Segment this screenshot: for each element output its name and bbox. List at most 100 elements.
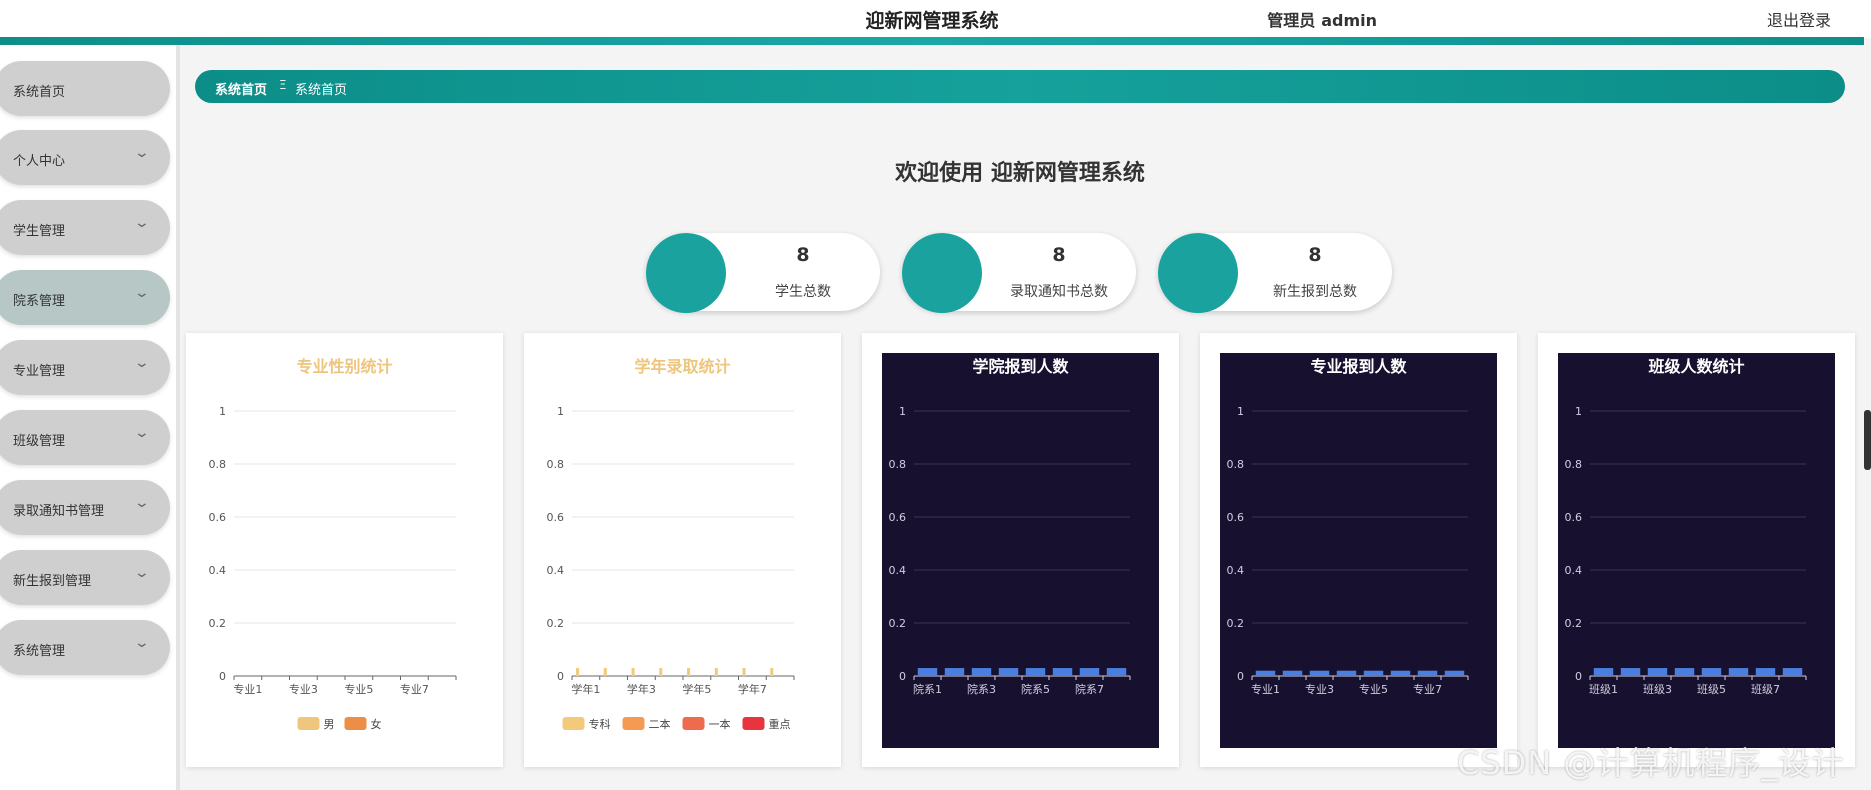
chart-class-count: 班级人数统计 0 0.2 0.4 0.6 0.8 1 班级1 班级3 班级5 班级7 [1558,353,1835,748]
chart-card-major-gender: 专业性别统计 0 0.2 0.4 0.6 0.8 1 专业1 专业3 专业5 专业7 男 女 [186,333,503,767]
sidebar-item-classes[interactable]: 班级管理 ⌄ [0,410,170,465]
legend-swatch [682,717,705,730]
bar [1106,668,1127,676]
breadcrumb: 系统首页 Ξ 系统首页 [195,70,1845,103]
x-tick-label: 班级3 [1643,683,1672,696]
sidebar-item-label: 班级管理 [13,434,66,449]
user-name: admin [1321,11,1377,30]
x-tick-label: 学年5 [682,682,711,696]
bar [1079,668,1100,676]
bar [1647,668,1668,676]
welcome-title: 欢迎使用 迎新网管理系统 [895,161,1145,186]
y-tick-label: 0.2 [1227,617,1245,630]
bar [770,668,774,676]
chart-year-admission: 学年录取统计 0 0.2 0.4 0.6 0.8 1 学年1 学年3 学年5 学年7 专科 二本 一本 重点 [547,357,795,731]
bar [659,668,663,676]
y-tick-label: 0.8 [209,458,227,471]
sidebar-item-label: 系统首页 [13,85,66,100]
chart-card-college-registration: 学院报到人数 0 0.2 0.4 0.6 0.8 1 院系1 院系3 院系5 院系7 [862,333,1179,767]
bar [1417,670,1438,676]
bar [971,668,992,676]
bar [998,668,1019,676]
y-tick-label: 0.2 [1565,617,1583,630]
y-tick-label: 1 [1237,405,1244,418]
y-tick-label: 0.6 [1227,511,1245,524]
y-tick-label: 0.8 [547,458,565,471]
stat-value: 8 [796,244,810,266]
y-tick-label: 0 [1237,670,1244,683]
current-user: 管理员 admin [1267,7,1377,31]
chevron-down-icon: ⌄ [133,145,151,161]
page-scrollbar[interactable] [1864,410,1871,470]
bar [1782,668,1803,676]
legend-swatch [562,717,585,730]
sidebar-item-profile[interactable]: 个人中心 ⌄ [0,130,170,185]
sidebar-item-majors[interactable]: 专业管理 ⌄ [0,340,170,395]
y-tick-label: 1 [899,405,906,418]
chevron-down-icon: ⌄ [133,215,151,231]
bar [944,668,965,676]
sidebar-item-label: 个人中心 [13,154,66,169]
chart-title: 专业性别统计 [296,357,392,376]
y-tick-label: 0.2 [547,617,565,630]
breadcrumb-home[interactable]: 系统首页 [215,79,267,98]
y-tick-label: 1 [219,405,226,418]
y-tick-label: 0.4 [1565,564,1583,577]
legend-swatch [297,717,320,730]
y-tick-label: 0 [557,670,564,683]
sidebar-item-admission-notices[interactable]: 录取通知书管理 ⌄ [0,480,170,535]
bar [603,668,607,676]
chart-card-class-count: 班级人数统计 0 0.2 0.4 0.6 0.8 1 班级1 班级3 班级5 班级7 [1538,333,1855,767]
bar [1282,670,1303,676]
stat-value: 8 [1052,244,1066,266]
bar [1390,670,1411,676]
x-tick-label: 院系5 [1021,682,1050,696]
sidebar-item-label: 录取通知书管理 [13,504,105,519]
legend-label: 一本 [709,717,731,731]
logout-link[interactable]: 退出登录 [1767,7,1831,31]
chart-title: 班级人数统计 [1648,357,1744,376]
chart-title: 学院报到人数 [972,357,1069,376]
bar [576,668,580,676]
x-tick-label: 专业7 [400,682,429,696]
x-tick-label: 学年1 [571,682,600,696]
sidebar-item-label: 专业管理 [13,364,66,379]
bar [1052,668,1073,676]
y-tick-label: 0.6 [209,511,227,524]
x-tick-label: 专业5 [344,682,373,696]
x-tick-label: 班级7 [1751,683,1780,696]
stat-circle-icon [902,233,982,313]
y-tick-label: 0.4 [889,564,907,577]
sidebar-item-registration[interactable]: 新生报到管理 ⌄ [0,550,170,605]
x-tick-label: 班级5 [1697,683,1726,696]
chart-title: 学年录取统计 [634,357,730,376]
y-tick-label: 0.4 [547,564,565,577]
sidebar-item-departments[interactable]: 院系管理 ⌄ [0,270,170,325]
bar [1444,670,1465,676]
chart-card-year-admission: 学年录取统计 0 0.2 0.4 0.6 0.8 1 学年1 学年3 学年5 学年7 专科 二本 一本 重点 [524,333,841,767]
y-tick-label: 1 [1575,405,1582,418]
y-tick-label: 0 [1575,670,1582,683]
stat-circle-icon [646,233,726,313]
sidebar: 系统首页 个人中心 ⌄ 学生管理 ⌄ 院系管理 ⌄ 专业管理 ⌄ 班级管理 ⌄ 录取通知书管理 ⌄ 新生报… [0,45,180,790]
top-header: 迎新网管理系统 管理员 admin 退出登录 [0,0,1871,45]
bar [1755,668,1776,676]
watermark: CSDN @计算机程序_设计 [1457,744,1845,782]
sidebar-item-label: 新生报到管理 [13,574,92,589]
chart-major-gender: 专业性别统计 0 0.2 0.4 0.6 0.8 1 专业1 专业3 专业5 专业7 男 女 [209,357,457,731]
sidebar-item-system[interactable]: 系统管理 ⌄ [0,620,170,675]
stat-label: 学生总数 [775,284,831,300]
bar [1674,668,1695,676]
stat-label: 录取通知书总数 [1010,284,1108,300]
chevron-down-icon: ⌄ [133,635,151,651]
y-tick-label: 0.4 [1227,564,1245,577]
stat-circle-icon [1158,233,1238,313]
sidebar-item-students[interactable]: 学生管理 ⌄ [0,200,170,255]
legend-swatch [622,717,645,730]
bar [1701,668,1722,676]
chevron-down-icon: ⌄ [133,565,151,581]
chevron-down-icon: ⌄ [133,355,151,371]
bar [631,668,635,676]
y-tick-label: 0.8 [1565,458,1583,471]
sidebar-item-home[interactable]: 系统首页 [0,61,170,116]
